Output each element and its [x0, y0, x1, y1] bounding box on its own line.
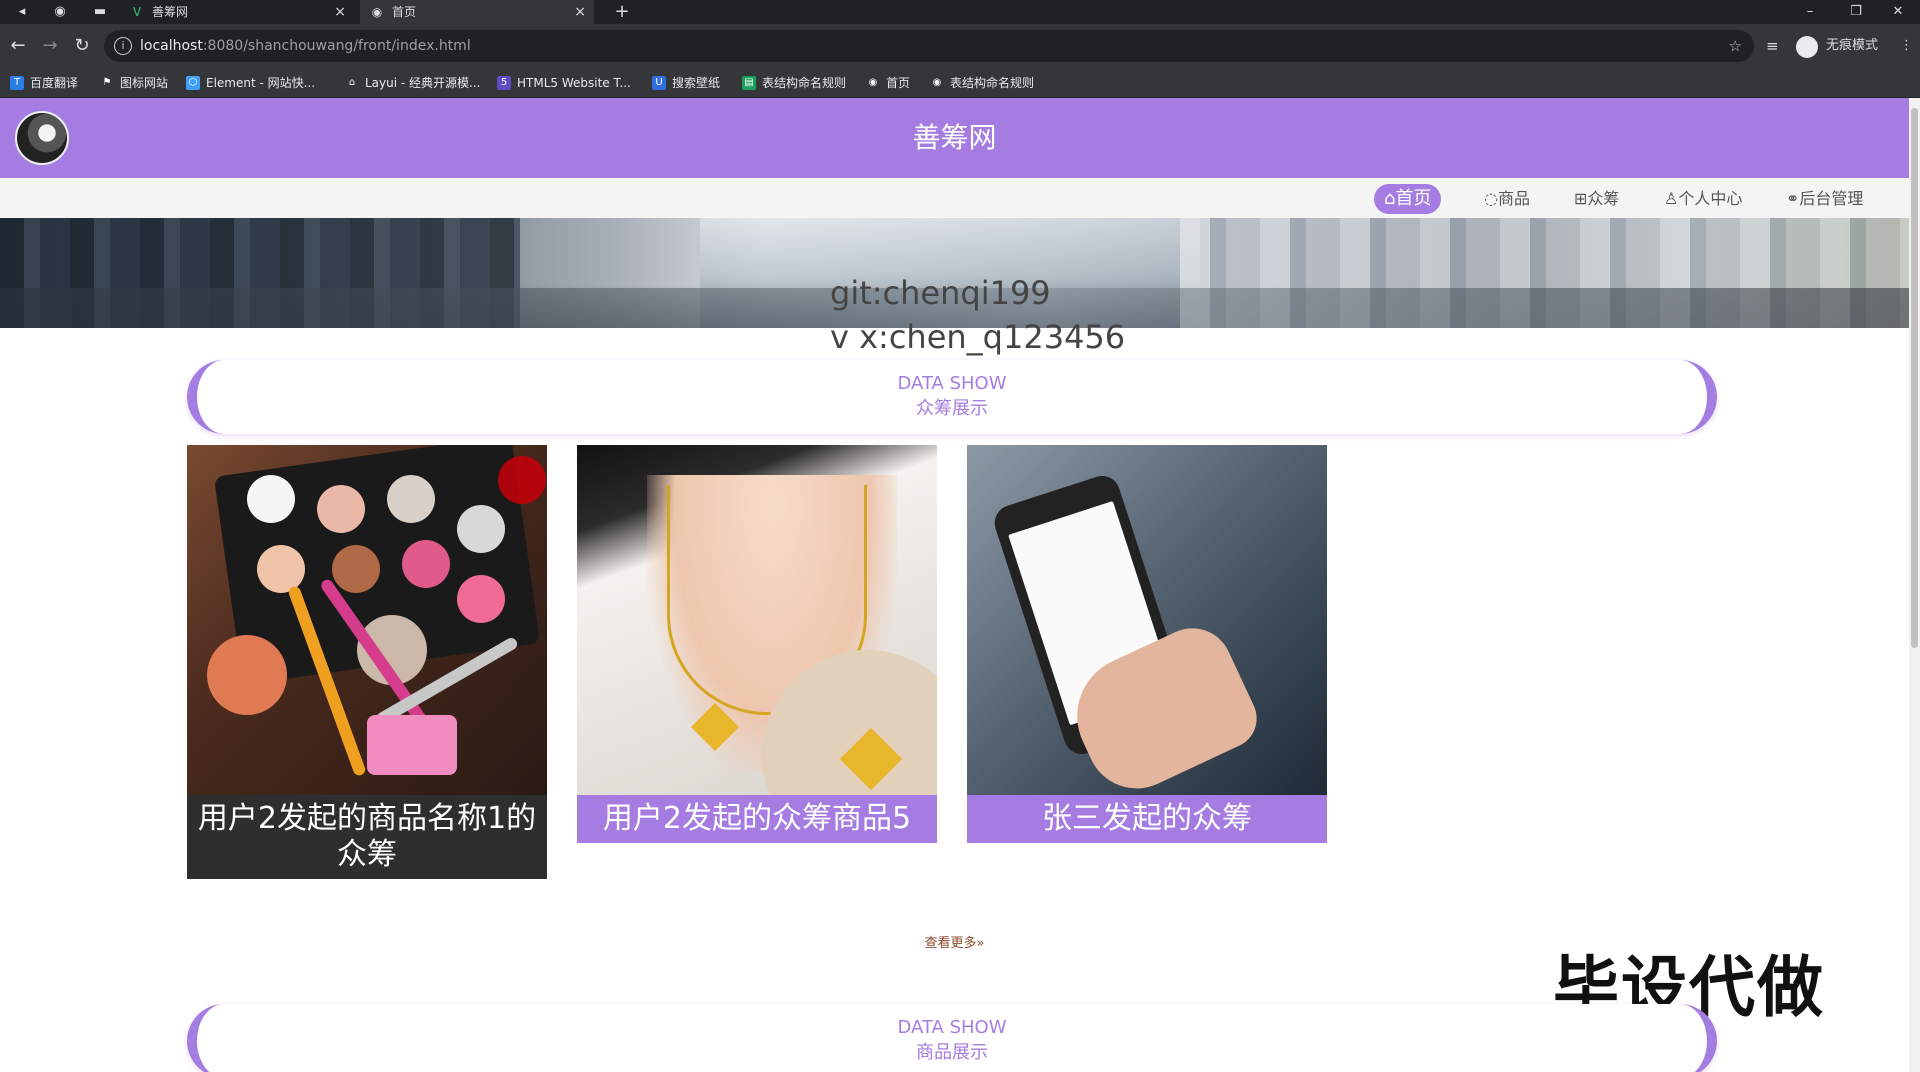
- card-title[interactable]: 张三发起的众筹: [967, 795, 1327, 843]
- page-viewport: 善筹网 ⌂首页 ◌商品 ⊞众筹 ♙个人中心 ⚭后台管理 git:chenqi19…: [0, 98, 1909, 1072]
- bookmark-item[interactable]: ⌂ Layui - 经典开源模...: [345, 68, 481, 98]
- globe-icon[interactable]: ◉: [46, 0, 74, 24]
- minimize-button[interactable]: –: [1788, 0, 1832, 24]
- layui-icon: ⌂: [348, 77, 356, 88]
- reading-list-icon[interactable]: ≡: [1766, 36, 1779, 56]
- tab-search-icon[interactable]: ◂: [8, 0, 36, 24]
- tab-shanchouwang[interactable]: V 善筹网 ×: [120, 0, 354, 24]
- section-title-en: DATA SHOW: [897, 1017, 1007, 1038]
- globe-icon: ◉: [932, 77, 942, 88]
- bookmarks-bar: T 百度翻译 ⚑ 图标网站 ⬡ Element - 网站快... ⌂ Layui - 经…: [0, 68, 1920, 98]
- site-header: 善筹网: [0, 98, 1909, 178]
- table-icon: ▤: [742, 76, 756, 90]
- nav-item-personal-center[interactable]: ♙个人中心: [1654, 184, 1752, 214]
- close-icon[interactable]: ×: [334, 0, 346, 24]
- info-icon[interactable]: i: [114, 37, 132, 55]
- wallpaper-icon: U: [652, 76, 666, 90]
- nav-item-crowdfunding[interactable]: ⊞众筹: [1564, 184, 1629, 214]
- user-icon: ♙: [1664, 189, 1679, 208]
- section-title-en: DATA SHOW: [897, 373, 1007, 394]
- home-icon: ⌂: [1384, 188, 1396, 209]
- nav-item-home[interactable]: ⌂首页: [1374, 184, 1442, 214]
- site-title: 善筹网: [912, 121, 997, 154]
- bookmark-item[interactable]: U 搜索壁纸: [652, 68, 720, 98]
- flag-icon: ⚑: [102, 77, 112, 88]
- site-nav: ⌂首页 ◌商品 ⊞众筹 ♙个人中心 ⚭后台管理: [0, 178, 1909, 218]
- card-title[interactable]: 用户2发起的众筹商品5: [577, 795, 937, 843]
- bookmark-item[interactable]: ⬡ Element - 网站快...: [186, 68, 315, 98]
- section-title-cn: 众筹展示: [916, 398, 988, 419]
- bookmark-item[interactable]: ▤ 表结构命名规则: [742, 68, 846, 98]
- click-indicator: [498, 456, 546, 504]
- crowdfunding-card[interactable]: 张三发起的众筹: [967, 445, 1327, 843]
- grid-icon: ⊞: [1574, 189, 1588, 208]
- incognito-icon[interactable]: [1796, 36, 1818, 58]
- section-title-cn: 商品展示: [916, 1042, 988, 1063]
- close-icon[interactable]: ×: [574, 0, 586, 24]
- html5-icon: 5: [497, 76, 511, 90]
- restore-button[interactable]: ❐: [1834, 0, 1878, 24]
- bookmark-item[interactable]: 5 HTML5 Website T...: [497, 68, 631, 98]
- element-icon: ⬡: [186, 76, 200, 90]
- url-host: localhost: [140, 38, 203, 54]
- nav-item-goods[interactable]: ◌商品: [1474, 184, 1540, 214]
- bookmark-item[interactable]: T 百度翻译: [10, 68, 78, 98]
- page-scrollbar[interactable]: [1909, 98, 1920, 1072]
- window-close-button[interactable]: ✕: [1876, 0, 1920, 24]
- globe-icon: ◉: [868, 77, 878, 88]
- palette-icon: ◌: [1484, 189, 1498, 208]
- browser-tab-bar: ◂ ◉ ▬ V 善筹网 × ◉ 首页 × + – ❐ ✕: [0, 0, 1920, 24]
- section-header-goods: DATA SHOW 商品展示: [187, 1004, 1717, 1072]
- link-icon: ⚭: [1786, 189, 1800, 208]
- forward-arrow-icon[interactable]: →: [38, 34, 62, 58]
- address-toolbar: ← → ↻ i localhost:8080/shanchouwang/fron…: [0, 24, 1920, 68]
- section-header-crowdfunding: DATA SHOW 众筹展示: [187, 360, 1717, 434]
- window-icon[interactable]: ▬: [86, 0, 114, 24]
- url-path: :8080/shanchouwang/front/index.html: [202, 38, 471, 54]
- back-arrow-icon[interactable]: ←: [6, 34, 30, 58]
- product-image-makeup[interactable]: [187, 445, 547, 795]
- url-text[interactable]: localhost:8080/shanchouwang/front/index.…: [140, 30, 471, 62]
- product-image-phone[interactable]: [967, 445, 1327, 795]
- url-bar[interactable]: i localhost:8080/shanchouwang/front/inde…: [104, 30, 1754, 62]
- globe-icon: ◉: [371, 5, 383, 19]
- crowdfunding-card[interactable]: 用户2发起的商品名称1的众筹: [187, 445, 547, 879]
- crowdfunding-card[interactable]: 用户2发起的众筹商品5: [577, 445, 937, 843]
- bookmark-item[interactable]: ◉ 表结构命名规则: [930, 68, 1034, 98]
- new-tab-button[interactable]: +: [608, 0, 636, 24]
- more-menu-icon[interactable]: ⋮: [1900, 36, 1913, 56]
- watermark-line-1: git:chenqi199: [830, 274, 1051, 312]
- scrollbar-thumb[interactable]: [1911, 108, 1918, 648]
- bookmark-item[interactable]: ◉ 首页: [866, 68, 910, 98]
- tab-title: 善筹网: [152, 5, 189, 19]
- tab-title: 首页: [392, 5, 417, 19]
- bookmark-item[interactable]: ⚑ 图标网站: [100, 68, 169, 98]
- watermark-line-2: v x:chen_q123456: [830, 318, 1126, 356]
- reload-icon[interactable]: ↻: [70, 34, 94, 58]
- tab-home[interactable]: ◉ 首页 ×: [360, 0, 594, 24]
- product-image-necklace[interactable]: [577, 445, 937, 795]
- vue-icon: V: [132, 5, 142, 19]
- nav-item-admin[interactable]: ⚭后台管理: [1776, 184, 1873, 214]
- translate-icon: T: [10, 76, 24, 90]
- card-title[interactable]: 用户2发起的商品名称1的众筹: [187, 795, 547, 879]
- bookmark-star-icon[interactable]: ☆: [1729, 30, 1742, 62]
- profile-label[interactable]: 无痕模式: [1826, 36, 1878, 56]
